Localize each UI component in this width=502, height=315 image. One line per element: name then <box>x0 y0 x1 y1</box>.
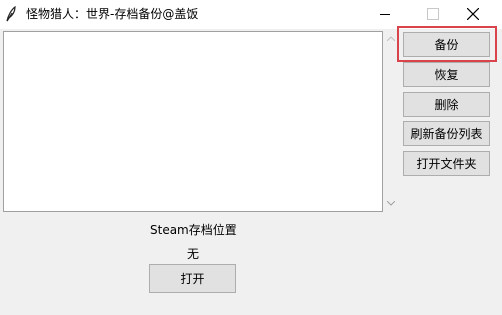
open-folder-button[interactable]: 打开文件夹 <box>403 151 490 176</box>
scroll-down-button[interactable] <box>383 196 399 212</box>
chevron-down-icon <box>387 201 395 206</box>
feather-icon <box>5 5 17 22</box>
steam-save-path-value: 无 <box>187 247 200 261</box>
window-title: 怪物猎人：世界-存档备份@盖饭 <box>26 7 199 21</box>
open-button[interactable]: 打开 <box>149 264 236 293</box>
chevron-up-icon <box>387 36 395 41</box>
close-button[interactable] <box>456 0 490 29</box>
refresh-backup-list-button[interactable]: 刷新备份列表 <box>403 121 490 146</box>
minimize-button[interactable] <box>368 0 402 29</box>
restore-button[interactable]: 恢复 <box>403 62 490 87</box>
title-bar: 怪物猎人：世界-存档备份@盖饭 <box>0 0 502 29</box>
backup-listbox[interactable] <box>3 31 383 212</box>
steam-save-location-label: Steam存档位置 <box>150 223 237 237</box>
maximize-button[interactable] <box>414 0 448 29</box>
backup-button[interactable]: 备份 <box>403 32 490 57</box>
close-icon <box>467 8 479 20</box>
delete-button[interactable]: 删除 <box>403 92 490 117</box>
